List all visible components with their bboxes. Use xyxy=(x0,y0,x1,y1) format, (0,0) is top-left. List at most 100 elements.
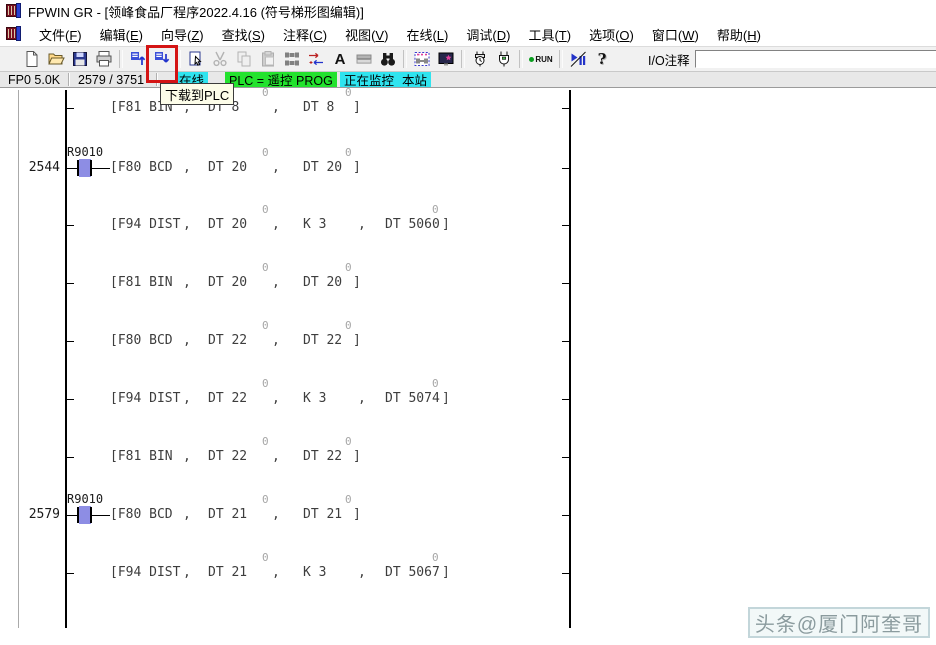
right-rail-tick xyxy=(562,573,569,574)
instruction-text: DT 20 xyxy=(208,217,247,232)
instruction-text: DT 5067 xyxy=(385,565,440,580)
instruction-text: , xyxy=(358,391,366,406)
menu-item-9[interactable]: 选项(O) xyxy=(580,22,643,47)
instruction-text: DT 5074 xyxy=(385,391,440,406)
window-title: FPWIN GR - [领峰食品厂程序2022.4.16 (符号梯形图编辑)] xyxy=(28,2,364,21)
plc-type-status: FP0 5.0K xyxy=(8,72,60,87)
right-rail-tick xyxy=(562,515,569,516)
monitor-screen-button[interactable] xyxy=(434,48,458,70)
monitor-value: 0 xyxy=(432,204,439,216)
instruction-text: K 3 xyxy=(303,217,326,232)
instruction-text: DT 22 xyxy=(303,449,342,464)
right-rail-tick xyxy=(562,283,569,284)
instruction-text: DT 21 xyxy=(208,507,247,522)
left-rail-tick xyxy=(67,399,74,400)
monitor-toggle-button[interactable] xyxy=(566,48,590,70)
left-rail-tick xyxy=(67,108,74,109)
menu-item-0[interactable]: 文件(F) xyxy=(30,22,91,47)
ladder-symbol-button[interactable] xyxy=(280,48,304,70)
title-bar: FPWIN GR - [领峰食品厂程序2022.4.16 (符号梯形图编辑)] xyxy=(0,0,936,22)
left-rail-tick xyxy=(67,573,74,574)
jump-arrows-icon xyxy=(307,50,325,68)
menu-bar: 文件(F)编辑(E)向导(Z)查找(S)注释(C)视图(V)在线(L)调试(D)… xyxy=(0,22,936,46)
io-comment-input[interactable] xyxy=(695,50,936,68)
status-bar: FP0 5.0K 2579 / 3751 在线 PLC = 遥控 PROG 正在… xyxy=(0,72,936,88)
menu-item-3[interactable]: 查找(S) xyxy=(213,22,274,47)
instruction-text: , xyxy=(183,507,191,522)
copy-icon xyxy=(235,50,253,68)
instruction-text: , xyxy=(183,160,191,175)
instruction-text: , xyxy=(183,217,191,232)
app-icon xyxy=(6,3,22,19)
download-tooltip: 下载到PLC xyxy=(160,83,234,105)
instruction-text: , xyxy=(183,449,191,464)
select-mode-button[interactable] xyxy=(184,48,208,70)
menu-item-4[interactable]: 注释(C) xyxy=(274,22,336,47)
new-icon xyxy=(23,50,41,68)
help-button[interactable]: ? xyxy=(590,48,614,70)
instruction-text: [F80 BCD xyxy=(110,507,173,522)
menu-item-8[interactable]: 工具(T) xyxy=(519,22,580,47)
monitor-value: 0 xyxy=(262,552,269,564)
contact-bar xyxy=(77,507,79,523)
ladder-monitor-button[interactable] xyxy=(410,48,434,70)
copy-button[interactable] xyxy=(232,48,256,70)
left-rail-tick xyxy=(67,225,74,226)
right-rail-tick xyxy=(562,341,569,342)
mdi-child-icon xyxy=(6,26,22,42)
monitor-value: 0 xyxy=(262,436,269,448)
plug-offline-icon xyxy=(495,50,513,68)
instruction-text: ] xyxy=(353,507,361,522)
paste-button[interactable] xyxy=(256,48,280,70)
toolbar-separator xyxy=(403,50,407,68)
instruction-text: [F94 DIST xyxy=(110,565,180,580)
menu-item-7[interactable]: 调试(D) xyxy=(457,22,519,47)
jump-button[interactable] xyxy=(304,48,328,70)
instruction-text: DT 20 xyxy=(303,275,342,290)
right-rail-tick xyxy=(562,225,569,226)
left-power-rail xyxy=(65,90,67,628)
monitor-value: 0 xyxy=(345,147,352,159)
ladder-editor-canvas[interactable]: [F81 BIN,DT 80,DT 80]2544R9010[F80 BCD,D… xyxy=(0,88,936,645)
plc-connect-button[interactable] xyxy=(468,48,492,70)
left-rail-tick xyxy=(67,341,74,342)
instruction-text: [F81 BIN xyxy=(110,449,173,464)
menu-item-5[interactable]: 视图(V) xyxy=(336,22,397,47)
save-button[interactable] xyxy=(68,48,92,70)
toolbar-separator xyxy=(559,50,563,68)
cut-button[interactable] xyxy=(208,48,232,70)
open-button[interactable] xyxy=(44,48,68,70)
instruction-text: ] xyxy=(353,333,361,348)
instruction-text: K 3 xyxy=(303,391,326,406)
select-cursor-icon xyxy=(187,50,205,68)
menu-item-11[interactable]: 帮助(H) xyxy=(708,22,770,47)
monitor-screen-icon xyxy=(437,50,455,68)
find-button[interactable] xyxy=(376,48,400,70)
ladder-symbol-icon xyxy=(283,50,301,68)
instruction-text: , xyxy=(272,391,280,406)
monitor-value: 0 xyxy=(345,436,352,448)
right-rail-tick xyxy=(562,457,569,458)
comment-block-button[interactable] xyxy=(352,48,376,70)
instruction-text: DT 22 xyxy=(208,449,247,464)
menu-item-1[interactable]: 编辑(E) xyxy=(91,22,152,47)
menu-item-10[interactable]: 窗口(W) xyxy=(643,22,708,47)
step-counter-status: 2579 / 3751 xyxy=(78,72,144,87)
menu-item-6[interactable]: 在线(L) xyxy=(397,22,457,47)
text-tool-button[interactable]: A xyxy=(328,48,352,70)
instruction-text: , xyxy=(183,391,191,406)
contact-label: R9010 xyxy=(67,493,103,506)
save-floppy-icon xyxy=(71,50,89,68)
menu-item-2[interactable]: 向导(Z) xyxy=(152,22,213,47)
monitor-value: 0 xyxy=(345,262,352,274)
print-button[interactable] xyxy=(92,48,116,70)
red-annotation-box xyxy=(146,45,178,83)
new-button[interactable] xyxy=(20,48,44,70)
plc-disconnect-button[interactable] xyxy=(492,48,516,70)
run-mode-button[interactable]: RUN xyxy=(526,48,556,70)
instruction-text: , xyxy=(272,333,280,348)
instruction-text: , xyxy=(272,565,280,580)
contact-bar xyxy=(90,160,92,176)
monitor-value: 0 xyxy=(345,320,352,332)
comment-block-icon xyxy=(355,50,373,68)
